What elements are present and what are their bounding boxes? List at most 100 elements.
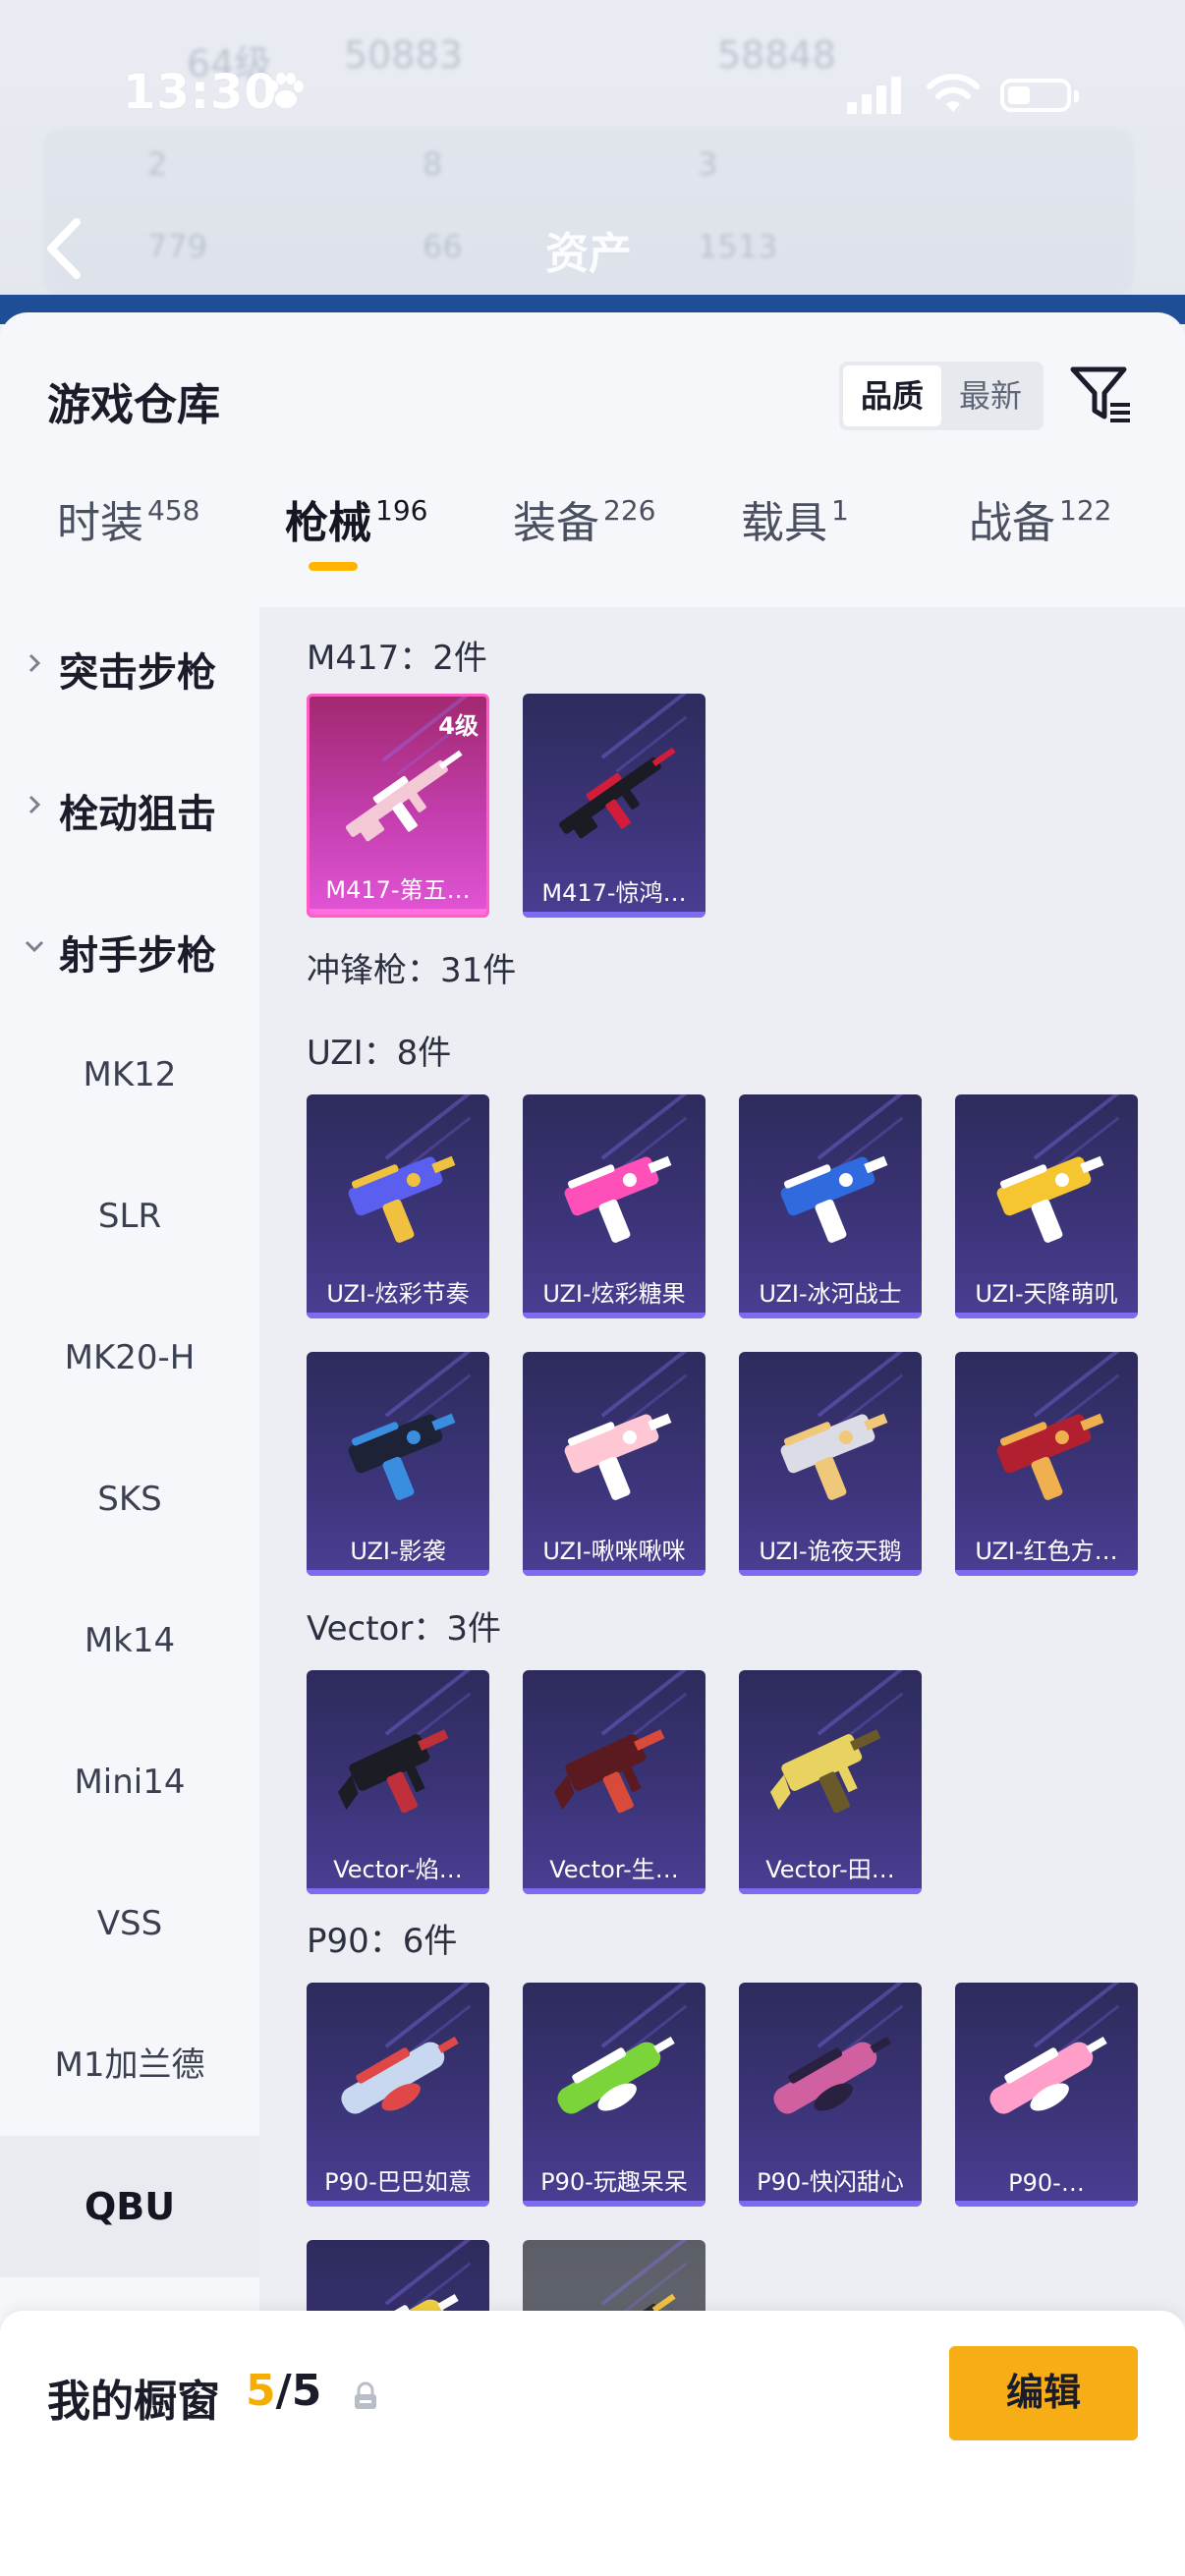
section-title-vector: Vector：3件: [307, 1609, 501, 1649]
weapon-card[interactable]: Vector-生…: [523, 1670, 705, 1894]
tab-equipment[interactable]: 装备 226: [513, 487, 655, 586]
weapon-card[interactable]: M417-惊鸿…: [523, 694, 705, 918]
section-title-smg: 冲锋枪：31件: [307, 951, 517, 990]
sort-toggle: 品质 最新: [839, 362, 1044, 430]
sheet-title: 游戏仓库: [47, 380, 220, 430]
sort-option-quality[interactable]: 品质: [843, 365, 941, 426]
chevron-right-icon: [28, 653, 41, 673]
weapon-skin-image: [558, 747, 676, 839]
edit-button[interactable]: 编辑: [949, 2346, 1138, 2440]
back-arrow-icon[interactable]: [39, 214, 88, 283]
weapon-card[interactable]: UZI-天降萌叽: [955, 1094, 1138, 1318]
weapon-grid: M417：2件 冲锋枪：31件 UZI：8件 Vector：3件 P90：6件 …: [259, 607, 1185, 2322]
weapon-name: P90-玩趣呆呆: [540, 2168, 688, 2196]
signal-icon: [847, 77, 901, 114]
bg-stat: 779: [147, 228, 208, 265]
rarity-bar: [739, 1888, 922, 1894]
battery-icon: [1000, 79, 1079, 112]
bg-stat: 3: [698, 145, 718, 183]
rarity-bar: [955, 1313, 1138, 1318]
weapon-card[interactable]: UZI-影袭: [307, 1352, 489, 1576]
rarity-bar: [955, 2201, 1138, 2207]
weapon-skin-image: [996, 1155, 1104, 1243]
sidebar-item-mini14[interactable]: Mini14: [0, 1711, 259, 1853]
weapon-name: UZI-诡夜天鹅: [759, 1538, 902, 1565]
rarity-bar: [955, 1570, 1138, 1576]
tab-vehicles[interactable]: 载具 1: [741, 487, 849, 586]
bg-stat: 8: [423, 145, 443, 183]
weapon-card[interactable]: P90-玩趣呆呆: [523, 1983, 705, 2207]
weapon-card[interactable]: Vector-田…: [739, 1670, 922, 1894]
page-title: 资产: [545, 229, 632, 279]
showcase-count: 5/5: [246, 2366, 321, 2416]
weapon-skin-image: [557, 2036, 675, 2114]
weapon-name: Vector-生…: [549, 1856, 679, 1883]
weapon-skin-image: [337, 1729, 449, 1814]
weapon-skin-image: [780, 1155, 888, 1243]
weapon-skin-image: [348, 1413, 456, 1500]
lock-icon: [355, 2381, 376, 2409]
sidebar-item-mk12[interactable]: MK12: [0, 1004, 259, 1146]
rarity-bar: [307, 1888, 489, 1894]
weapon-name: M417-惊鸿…: [541, 879, 687, 907]
weapon-card[interactable]: P90-…: [955, 1983, 1138, 2207]
weapon-card[interactable]: UZI-炫彩节奏: [307, 1094, 489, 1318]
weapon-card[interactable]: UZI-红色方…: [955, 1352, 1138, 1576]
sidebar-group-assault-rifle[interactable]: 突击步枪: [0, 607, 259, 725]
tab-firearms[interactable]: 枪械 196: [285, 487, 427, 586]
weapon-skin-image: [773, 2036, 891, 2114]
weapon-name: UZI-炫彩糖果: [542, 1280, 686, 1308]
sidebar-item-mk20h[interactable]: MK20-H: [0, 1287, 259, 1428]
bg-stat: 66: [423, 228, 463, 265]
tab-label: 枪械: [285, 498, 371, 548]
background-header: 64级 50883 58848 2 8 3 779 66 1513 13:30: [0, 0, 1185, 324]
rarity-bar: [523, 1570, 705, 1576]
sidebar-item-m1-garand[interactable]: M1加兰德: [0, 1994, 259, 2136]
weapon-card[interactable]: 4级 M417-第五…: [307, 694, 489, 918]
rarity-bar: [739, 1313, 922, 1318]
tab-count: 458: [147, 494, 200, 527]
showcase-current: 5: [246, 2366, 276, 2416]
tab-combat-gear[interactable]: 战备 122: [969, 487, 1111, 586]
tab-label: 载具: [741, 498, 827, 548]
weapon-card[interactable]: UZI-啾咪啾咪: [523, 1352, 705, 1576]
sidebar-item-mk14[interactable]: Mk14: [0, 1570, 259, 1711]
weapon-card[interactable]: P90-快闪甜心: [739, 1983, 922, 2207]
sidebar-group-bolt-sniper[interactable]: 栓动狙击: [0, 749, 259, 867]
sidebar-item-vss[interactable]: VSS: [0, 1853, 259, 1994]
section-title-p90: P90：6件: [307, 1922, 458, 1961]
weapon-name: UZI-红色方…: [975, 1538, 1118, 1565]
chevron-down-icon: [25, 940, 44, 953]
active-tab-indicator: [309, 562, 358, 571]
weapon-card[interactable]: [523, 2240, 705, 2322]
tab-fashion[interactable]: 时装 458: [57, 487, 199, 586]
weapon-name: M417-第五…: [325, 876, 471, 904]
sort-option-latest[interactable]: 最新: [941, 365, 1040, 426]
weapon-skin-image: [345, 750, 463, 842]
tab-label: 战备: [969, 498, 1055, 548]
weapon-card[interactable]: [307, 2240, 489, 2322]
chevron-right-icon: [28, 795, 41, 814]
tab-count: 122: [1059, 494, 1112, 527]
tab-count: 1: [831, 494, 849, 527]
sidebar-item-slr[interactable]: SLR: [0, 1146, 259, 1287]
bg-stat: 2: [147, 145, 168, 183]
sidebar-item-sks[interactable]: SKS: [0, 1428, 259, 1570]
weapon-card[interactable]: UZI-冰河战士: [739, 1094, 922, 1318]
rarity-bar: [307, 1570, 489, 1576]
tab-count: 196: [375, 494, 428, 527]
filter-icon[interactable]: [1067, 362, 1136, 426]
weapon-card[interactable]: UZI-炫彩糖果: [523, 1094, 705, 1318]
weapon-name: P90-快闪甜心: [757, 2168, 904, 2196]
weapon-card[interactable]: P90-巴巴如意: [307, 1983, 489, 2207]
weapon-name: P90-…: [1008, 2169, 1085, 2197]
rarity-bar: [739, 2201, 922, 2207]
weapon-name: UZI-啾咪啾咪: [542, 1538, 686, 1565]
sidebar-item-qbu[interactable]: QBU: [0, 2136, 259, 2277]
weapon-name: UZI-天降萌叽: [975, 1280, 1118, 1308]
weapon-card[interactable]: Vector-焰…: [307, 1670, 489, 1894]
sidebar-group-marksman-rifle[interactable]: 射手步枪: [0, 890, 259, 1008]
weapon-card[interactable]: UZI-诡夜天鹅: [739, 1352, 922, 1576]
weapon-name: P90-巴巴如意: [324, 2168, 472, 2196]
rarity-bar: [523, 1313, 705, 1318]
